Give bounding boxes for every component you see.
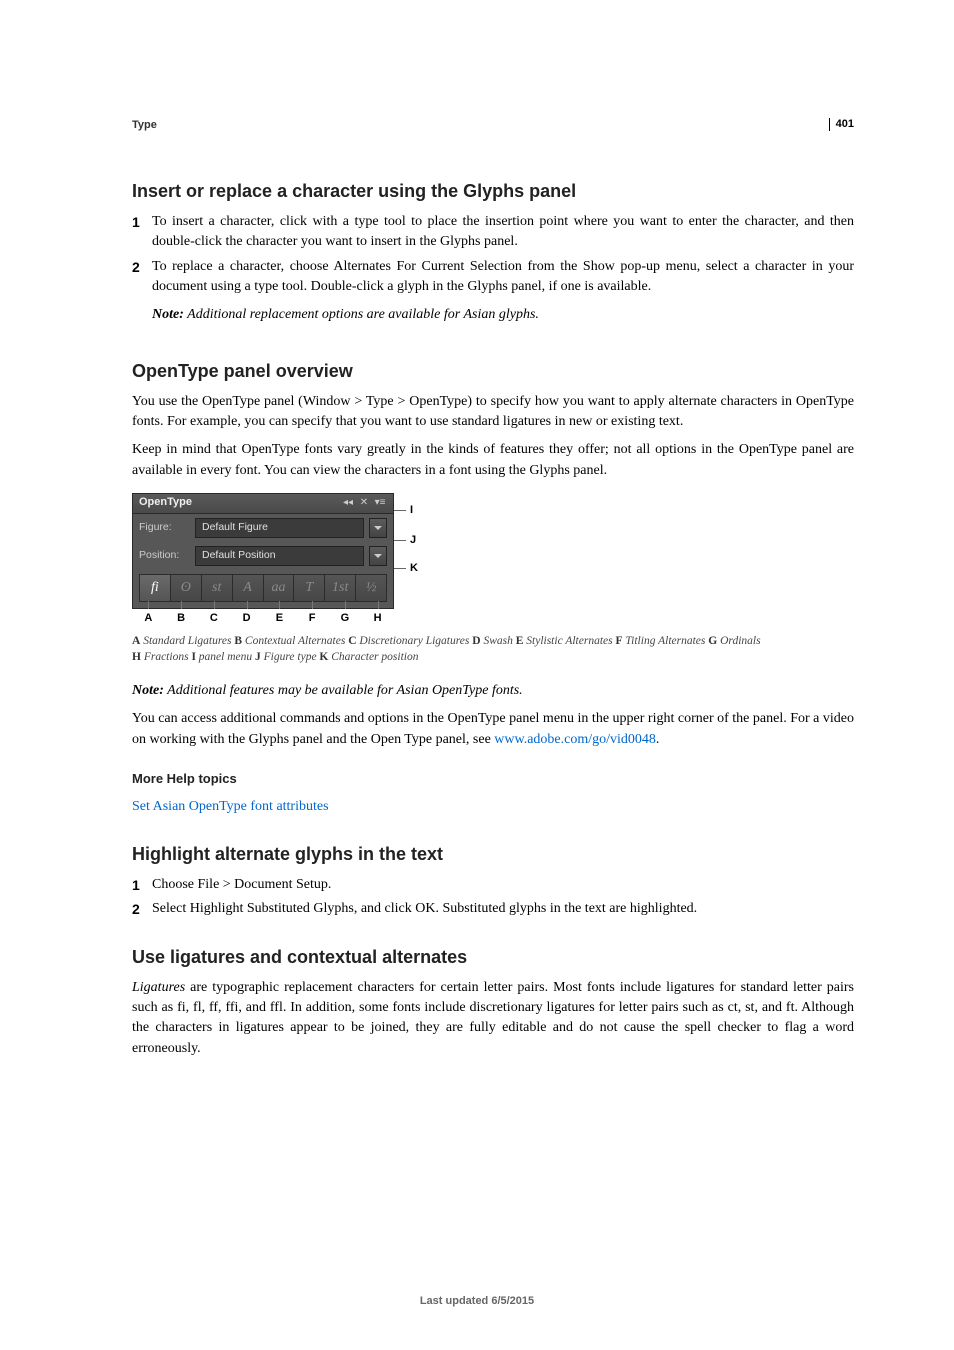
- heading-opentype-overview: OpenType panel overview: [132, 358, 854, 384]
- contextual-alternates-button[interactable]: ʘ: [170, 574, 202, 602]
- paragraph: Keep in mind that OpenType fonts vary gr…: [132, 440, 854, 481]
- note-label: Note:: [152, 307, 184, 322]
- step-text: To replace a character, choose Alternate…: [152, 257, 854, 334]
- heading-highlight-glyphs: Highlight alternate glyphs in the text: [132, 841, 854, 867]
- discretionary-ligatures-button[interactable]: st: [201, 574, 233, 602]
- step-item: 1 Choose File > Document Setup.: [132, 875, 854, 895]
- footer-last-updated: Last updated 6/5/2015: [0, 1294, 954, 1310]
- paragraph: You can access additional commands and o…: [132, 709, 854, 750]
- callout-labels-bottom: A B C D E F G H: [132, 611, 394, 627]
- step-text: Select Highlight Substituted Glyphs, and…: [152, 899, 854, 919]
- ordinals-button[interactable]: 1st: [324, 574, 356, 602]
- step-text: Choose File > Document Setup.: [152, 875, 854, 895]
- swash-button[interactable]: A: [232, 574, 264, 602]
- term-ligatures: Ligatures: [132, 980, 185, 995]
- page-number: 401: [829, 118, 854, 131]
- fractions-button[interactable]: ½: [355, 574, 387, 602]
- figure-row: Figure: Default Figure: [133, 514, 393, 542]
- close-icon[interactable]: ✕: [357, 496, 371, 510]
- position-select[interactable]: Default Position: [195, 546, 364, 566]
- callout-b: B: [165, 611, 198, 627]
- callout-d: D: [230, 611, 263, 627]
- step-item: 2 Select Highlight Substituted Glyphs, a…: [132, 899, 854, 919]
- opentype-panel: OpenType ◂◂ ✕ ▾≡ Figure: Default Figure …: [132, 493, 394, 609]
- titling-alternates-button[interactable]: T: [293, 574, 325, 602]
- step-number: 1: [132, 212, 152, 253]
- help-link[interactable]: Set Asian OpenType font attributes: [132, 799, 329, 814]
- step-item: 2 To replace a character, choose Alterna…: [132, 257, 854, 334]
- dropdown-icon[interactable]: [369, 546, 387, 566]
- figure-select[interactable]: Default Figure: [195, 518, 364, 538]
- step-number: 2: [132, 899, 152, 919]
- figure-caption: A Standard Ligatures B Contextual Altern…: [132, 633, 854, 665]
- note-text: Additional features may be available for…: [164, 683, 523, 698]
- panel-titlebar: OpenType ◂◂ ✕ ▾≡: [133, 494, 393, 514]
- figure-label: Figure:: [139, 520, 189, 535]
- video-link[interactable]: www.adobe.com/go/vid0048: [494, 732, 656, 747]
- callout-k: K: [410, 561, 418, 577]
- position-label: Position:: [139, 548, 189, 563]
- step-item: 1 To insert a character, click with a ty…: [132, 212, 854, 253]
- heading-more-help: More Help topics: [132, 770, 854, 789]
- callout-h: H: [361, 611, 394, 627]
- callout-j: J: [410, 533, 416, 549]
- paragraph: Ligatures are typographic replacement ch…: [132, 978, 854, 1059]
- note-text: Additional replacement options are avail…: [184, 307, 539, 322]
- callout-a: A: [132, 611, 165, 627]
- paragraph: You use the OpenType panel (Window > Typ…: [132, 392, 854, 433]
- panel-title: OpenType: [139, 495, 192, 511]
- position-row: Position: Default Position: [133, 542, 393, 570]
- callout-e: E: [263, 611, 296, 627]
- collapse-icon[interactable]: ◂◂: [341, 496, 355, 510]
- callout-c: C: [198, 611, 231, 627]
- stylistic-alternates-button[interactable]: aa: [263, 574, 295, 602]
- step-number: 1: [132, 875, 152, 895]
- step-number: 2: [132, 257, 152, 334]
- step-text: To insert a character, click with a type…: [152, 212, 854, 253]
- heading-insert-replace: Insert or replace a character using the …: [132, 178, 854, 204]
- callout-f: F: [296, 611, 329, 627]
- feature-buttons: fi ʘ st A aa T 1st ½: [133, 570, 393, 608]
- callout-i: I: [410, 503, 413, 519]
- standard-ligatures-button[interactable]: fi: [139, 574, 171, 602]
- dropdown-icon[interactable]: [369, 518, 387, 538]
- panel-menu-icon[interactable]: ▾≡: [373, 496, 387, 510]
- opentype-panel-figure: OpenType ◂◂ ✕ ▾≡ Figure: Default Figure …: [132, 493, 854, 627]
- callout-g: G: [329, 611, 362, 627]
- heading-ligatures: Use ligatures and contextual alternates: [132, 944, 854, 970]
- breadcrumb: Type: [132, 118, 854, 134]
- note-label: Note:: [132, 683, 164, 698]
